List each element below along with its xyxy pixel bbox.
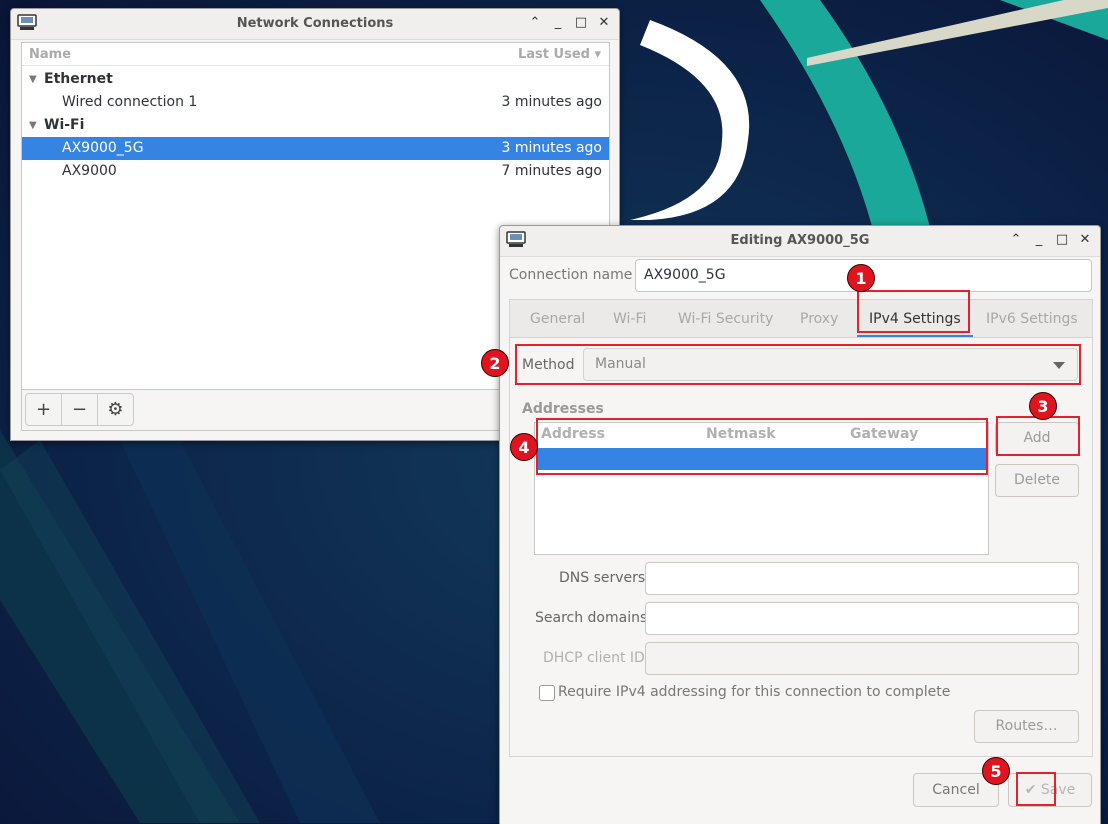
tab-proxy[interactable]: Proxy — [800, 300, 838, 338]
list-item[interactable]: Wired connection 1 3 minutes ago — [22, 91, 609, 114]
connection-name: AX9000 — [62, 163, 117, 179]
connection-name: AX9000_5G — [62, 140, 144, 156]
minimize-button[interactable]: ⌃ — [528, 15, 542, 31]
close-button[interactable]: ✕ — [597, 15, 611, 31]
group-ethernet[interactable]: ▼ Ethernet — [22, 68, 609, 91]
annotation-badge-3: 3 — [1029, 392, 1057, 420]
editing-connection-window: Editing AX9000_5G ⌃ _ □ ✕ Connection nam… — [499, 225, 1101, 824]
last-used-time: 7 minutes ago — [501, 163, 602, 179]
addresses-title: Addresses — [522, 401, 604, 417]
dns-servers-field[interactable] — [645, 562, 1079, 595]
highlight-method — [515, 344, 1081, 385]
require-ipv4-label: Require IPv4 addressing for this connect… — [558, 684, 951, 700]
toolbar-button-group: + − ⚙ — [25, 393, 134, 426]
search-domains-label: Search domains — [535, 610, 648, 626]
dns-servers-label: DNS servers — [559, 570, 646, 586]
remove-connection-button[interactable]: − — [62, 394, 98, 425]
tab-wifi-security[interactable]: Wi-Fi Security — [678, 300, 773, 338]
expander-icon[interactable]: ▼ — [29, 114, 37, 137]
highlight-ipv4-tab — [857, 290, 970, 333]
settings-tabs: General Wi-Fi Wi-Fi Security Proxy IPv4 … — [509, 299, 1093, 338]
add-connection-button[interactable]: + — [26, 394, 62, 425]
gear-icon[interactable]: ⚙ — [98, 394, 133, 425]
tab-ipv6-settings[interactable]: IPv6 Settings — [986, 300, 1078, 338]
annotation-badge-5: 5 — [982, 757, 1010, 785]
close-button[interactable]: ✕ — [1078, 232, 1092, 248]
annotation-badge-1: 1 — [847, 264, 875, 292]
dhcp-client-id-label: DHCP client ID — [543, 650, 645, 666]
group-label: Wi-Fi — [44, 117, 85, 133]
group-wifi[interactable]: ▼ Wi-Fi — [22, 114, 609, 137]
dhcp-client-id-field[interactable] — [645, 642, 1079, 675]
column-name-header[interactable]: Name — [29, 47, 71, 62]
search-domains-field[interactable] — [645, 602, 1079, 635]
annotation-badge-2: 2 — [481, 349, 509, 377]
list-item[interactable]: AX9000 7 minutes ago — [22, 160, 609, 183]
restore-button[interactable]: _ — [551, 15, 565, 31]
connection-name-label: Connection name — [509, 267, 633, 283]
restore-button[interactable]: _ — [1032, 232, 1046, 248]
highlight-add-button — [996, 416, 1080, 456]
maximize-button[interactable]: □ — [574, 15, 588, 31]
tab-general[interactable]: General — [530, 300, 585, 338]
titlebar: Network Connections ⌃ _ □ ✕ — [11, 9, 619, 40]
tab-wifi[interactable]: Wi-Fi — [613, 300, 646, 338]
delete-address-button[interactable]: Delete — [995, 464, 1079, 497]
maximize-button[interactable]: □ — [1055, 232, 1069, 248]
routes-button[interactable]: Routes… — [974, 710, 1079, 743]
ipv4-settings-panel: Method Manual Addresses Address Netmask … — [509, 337, 1093, 757]
list-header: Name Last Used ▾ — [22, 43, 609, 66]
connection-name: Wired connection 1 — [62, 94, 198, 110]
annotation-badge-4: 4 — [510, 433, 538, 461]
group-label: Ethernet — [44, 71, 113, 87]
last-used-time: 3 minutes ago — [501, 94, 602, 110]
expander-icon[interactable]: ▼ — [29, 68, 37, 91]
list-item-selected[interactable]: AX9000_5G 3 minutes ago — [22, 137, 609, 160]
highlight-address-table — [536, 418, 988, 475]
highlight-save-button — [1016, 772, 1056, 806]
last-used-time: 3 minutes ago — [501, 140, 602, 156]
minimize-button[interactable]: ⌃ — [1009, 232, 1023, 248]
require-ipv4-checkbox[interactable] — [539, 685, 555, 701]
column-last-used-header[interactable]: Last Used ▾ — [518, 47, 601, 62]
titlebar: Editing AX9000_5G ⌃ _ □ ✕ — [500, 226, 1100, 257]
